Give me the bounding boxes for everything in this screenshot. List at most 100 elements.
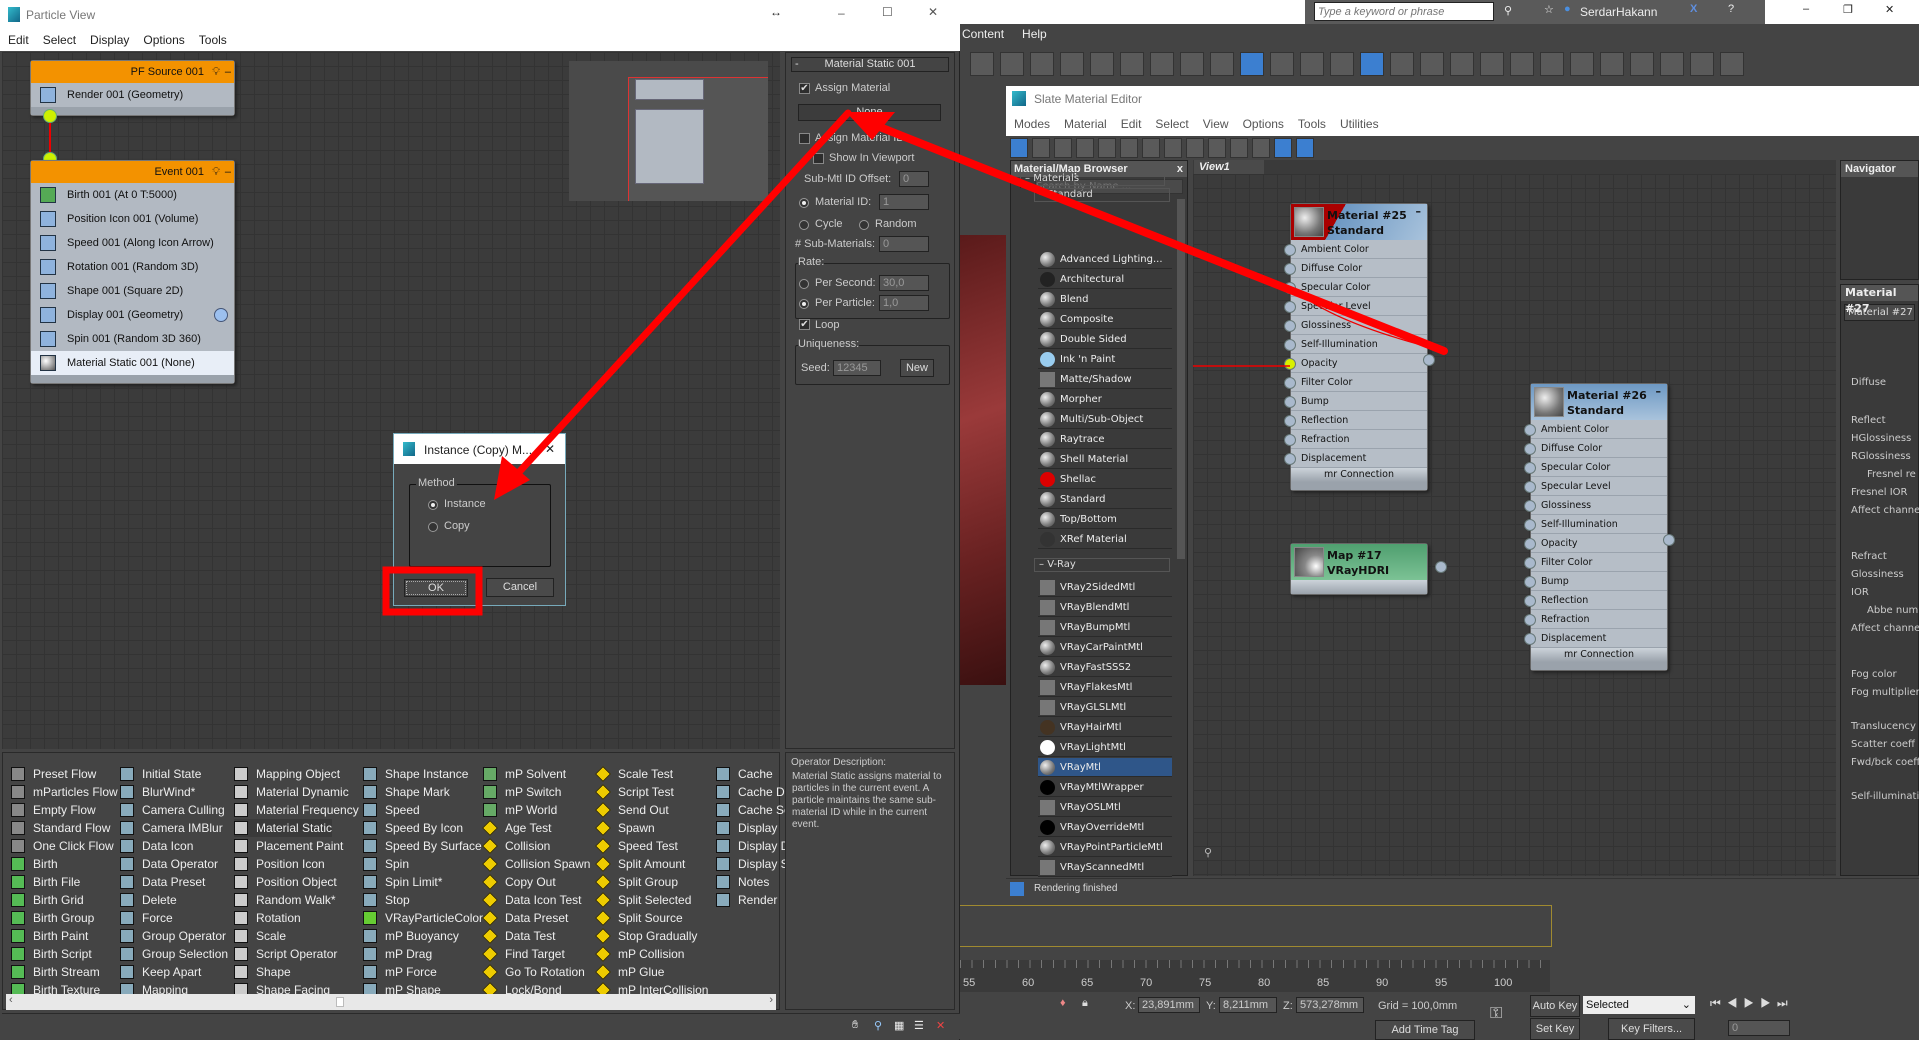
depot-item[interactable]: Camera Culling	[120, 801, 225, 819]
input-port[interactable]	[1524, 424, 1536, 436]
main-toolbar-button[interactable]	[1420, 52, 1444, 76]
depot-item[interactable]: Split Amount	[595, 855, 685, 873]
slate-toolbar-button[interactable]	[1054, 138, 1072, 158]
pf-source-node[interactable]: PF Source 001 💡︎ – Render 001 (Geometry)	[30, 60, 235, 116]
browser-item[interactable]: VRayMtl	[1038, 758, 1172, 777]
find-icon[interactable]: ⚲	[1204, 846, 1212, 859]
x-coordinate-field[interactable]: 23,891mm	[1138, 997, 1200, 1013]
operator-row[interactable]: Birth 001 (At 0 T:5000)	[31, 183, 234, 207]
menu-select[interactable]: Select	[1155, 117, 1188, 131]
browser-item[interactable]: VRayOverrideMtl	[1038, 818, 1172, 837]
lightbulb-icon[interactable]: 💡︎	[212, 161, 220, 183]
depot-item[interactable]: Split Group	[595, 873, 678, 891]
input-port[interactable]	[1524, 538, 1536, 550]
depot-item[interactable]: Initial State	[120, 765, 201, 783]
browser-item[interactable]: Matte/Shadow	[1038, 370, 1172, 389]
browser-item[interactable]: Architectural	[1038, 270, 1172, 289]
material-26-node[interactable]: Material #26 Standard – Ambient Color Diffu…	[1524, 383, 1675, 671]
slot-specular-color[interactable]: Specular Color	[1524, 458, 1667, 477]
depot-item[interactable]: Standard Flow	[11, 819, 110, 837]
slate-toolbar-button[interactable]	[1252, 138, 1270, 158]
browser-item[interactable]: Blend	[1038, 290, 1172, 309]
zoom-region-icon[interactable]: ▦	[894, 1019, 904, 1032]
pin-icon[interactable]: ♦	[1060, 997, 1066, 1009]
depot-item[interactable]: Rotation	[234, 909, 301, 927]
assign-material-checkbox[interactable]: ✔	[799, 83, 810, 94]
main-toolbar-button[interactable]	[970, 52, 994, 76]
depot-item[interactable]: Data Icon	[120, 837, 193, 855]
depot-item[interactable]: Display D	[716, 837, 789, 855]
key-filters-button[interactable]: Key Filters...	[1608, 1018, 1695, 1040]
per-particle-radio[interactable]	[799, 299, 809, 309]
operator-row[interactable]: Speed 001 (Along Icon Arrow)	[31, 231, 234, 255]
input-port[interactable]	[1524, 614, 1536, 626]
new-seed-button[interactable]: New	[900, 359, 934, 377]
material-25-node[interactable]: Material #25 Standard – Ambient Color Diffu…	[1284, 203, 1435, 491]
slot-specular-level[interactable]: Specular Level	[1284, 297, 1427, 316]
user-name[interactable]: SerdarHakann	[1580, 5, 1657, 19]
main-toolbar-button[interactable]	[1210, 52, 1234, 76]
event-node[interactable]: Event 001 💡︎ – Birth 001 (At 0 T:5000) Posi…	[30, 160, 235, 384]
depot-item[interactable]: Camera IMBlur	[120, 819, 223, 837]
depot-item[interactable]: mP World	[483, 801, 557, 819]
main-toolbar-button[interactable]	[1330, 52, 1354, 76]
exchange-icon[interactable]: X	[1690, 3, 1697, 15]
operator-row[interactable]: Spin 001 (Random 3D 360)	[31, 327, 234, 351]
depot-item[interactable]: Collision	[482, 837, 550, 855]
main-toolbar-button[interactable]	[1270, 52, 1294, 76]
playback-controls[interactable]: ⏮◀▶▶⏭	[1710, 996, 1794, 1011]
depot-item[interactable]: Render	[716, 891, 777, 909]
slate-toolbar-button[interactable]	[1076, 138, 1094, 158]
cycle-radio[interactable]	[799, 220, 809, 230]
slot-ambient-color[interactable]: Ambient Color	[1284, 240, 1427, 259]
display-color-swatch[interactable]	[214, 308, 228, 322]
main-toolbar-button[interactable]	[1690, 52, 1714, 76]
y-coordinate-field[interactable]: 8,211mm	[1219, 997, 1277, 1013]
slot-glossiness[interactable]: Glossiness	[1284, 316, 1427, 335]
input-port[interactable]	[1524, 481, 1536, 493]
slot-diffuse-color[interactable]: Diffuse Color	[1524, 439, 1667, 458]
slate-toolbar-button[interactable]	[1230, 138, 1248, 158]
slot-diffuse-color[interactable]: Diffuse Color	[1284, 259, 1427, 278]
input-port[interactable]	[1284, 301, 1296, 313]
main-toolbar-button[interactable]	[1360, 52, 1384, 76]
depot-item[interactable]: Cache	[716, 765, 773, 783]
browser-item[interactable]: VRayLightMtl	[1038, 738, 1172, 757]
menu-tools[interactable]: Tools	[199, 33, 227, 47]
per-second-radio[interactable]	[799, 279, 809, 289]
depot-item[interactable]: Speed By Surface	[363, 837, 482, 855]
main-toolbar-button[interactable]	[1000, 52, 1024, 76]
slot-reflection[interactable]: Reflection	[1284, 411, 1427, 430]
slot-self-illumination[interactable]: Self-Illumination	[1284, 335, 1427, 354]
pf-source-header[interactable]: PF Source 001 💡︎ –	[31, 61, 234, 83]
depot-item[interactable]: Speed Test	[595, 837, 678, 855]
depot-item[interactable]: Birth Script	[11, 945, 92, 963]
input-port[interactable]	[1284, 453, 1296, 465]
rollout-header[interactable]: - Material Static 001	[791, 57, 949, 72]
assign-material-id-checkbox[interactable]	[799, 133, 810, 144]
menu-display[interactable]: Display	[90, 33, 129, 47]
seed-field[interactable]: 12345	[833, 360, 881, 376]
depot-item[interactable]: Preset Flow	[11, 765, 96, 783]
input-port[interactable]	[1524, 557, 1536, 569]
loop-checkbox[interactable]: ✔	[799, 319, 810, 330]
depot-item[interactable]: Material Dynamic	[234, 783, 349, 801]
browser-item[interactable]: Standard	[1038, 490, 1172, 509]
browser-item[interactable]: Ink 'n Paint	[1038, 350, 1172, 369]
depot-item[interactable]: Spin Limit*	[363, 873, 442, 891]
browser-item[interactable]: Morpher	[1038, 390, 1172, 409]
input-port[interactable]	[1284, 320, 1296, 332]
depot-item[interactable]: Material Frequency	[234, 801, 359, 819]
main-toolbar-button[interactable]	[1660, 52, 1684, 76]
set-key-button[interactable]: Set Key	[1530, 1018, 1580, 1040]
output-port[interactable]	[1423, 354, 1435, 366]
collapse-icon[interactable]: –	[1416, 204, 1422, 219]
slate-toolbar-button[interactable]	[1274, 138, 1292, 158]
main-toolbar-button[interactable]	[1150, 52, 1174, 76]
main-toolbar-button[interactable]	[1510, 52, 1534, 76]
main-toolbar-button[interactable]	[1300, 52, 1324, 76]
menu-material[interactable]: Material	[1064, 117, 1107, 131]
depot-item[interactable]: mP Collision	[595, 945, 684, 963]
menu-view[interactable]: View	[1203, 117, 1229, 131]
depot-item[interactable]: Material Static	[234, 819, 333, 837]
